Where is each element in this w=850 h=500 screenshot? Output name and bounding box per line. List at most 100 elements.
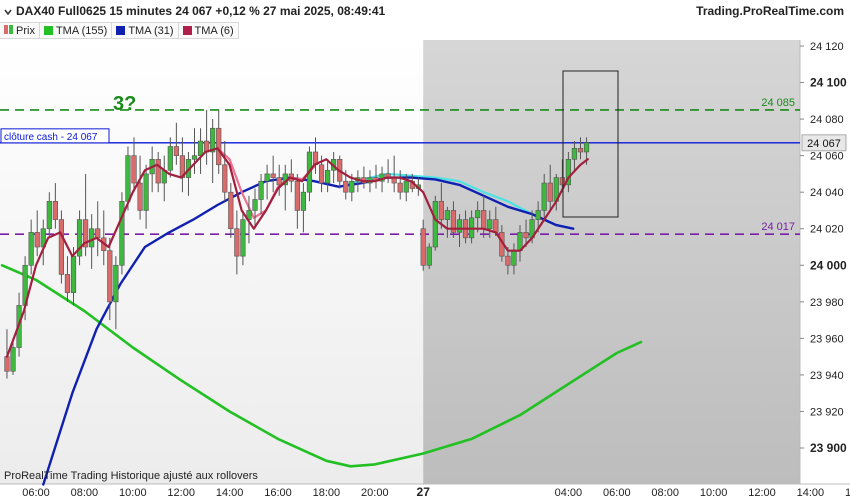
- chevron-down-icon[interactable]: [4, 7, 12, 16]
- x-tick-label: 10:00: [700, 487, 728, 499]
- y-tick-label: 24 040: [810, 187, 844, 199]
- candle-body: [125, 155, 131, 202]
- candle-body: [577, 148, 584, 153]
- x-tick-label: 08:00: [651, 487, 679, 499]
- legend-item-tma31[interactable]: TMA (31): [112, 23, 179, 38]
- candle-body: [143, 173, 149, 211]
- legend-item-tma6[interactable]: TMA (6): [179, 23, 239, 38]
- y-tick-label: 23 900: [810, 441, 847, 455]
- candle: [119, 192, 125, 275]
- candle-body: [137, 182, 143, 211]
- resistance-level-label: 24 085: [761, 97, 795, 109]
- brand-label: Trading.ProRealTime.com: [696, 4, 844, 18]
- candle-body: [240, 219, 246, 257]
- candle-body: [403, 180, 409, 193]
- wave-count-label: 3?: [113, 93, 136, 115]
- x-tick-label: 16:00: [845, 487, 850, 499]
- y-tick-label: 23 980: [810, 297, 844, 309]
- candle-body: [294, 180, 300, 211]
- candle: [432, 195, 438, 251]
- x-tick-label: 06:00: [603, 487, 631, 499]
- candle-body: [216, 127, 222, 166]
- candle-body: [535, 210, 541, 220]
- x-tick-label: 16:00: [264, 487, 292, 499]
- candle-body: [258, 180, 264, 200]
- candle-body: [325, 169, 331, 184]
- line-icon: [116, 26, 126, 35]
- candle-body: [228, 191, 234, 230]
- candle-body: [155, 158, 161, 184]
- candle-body: [58, 219, 65, 275]
- candle-body: [52, 201, 58, 220]
- candle-icon: [4, 24, 13, 37]
- legend-item-tma155[interactable]: TMA (155): [40, 23, 113, 38]
- y-tick-label: 24 120: [810, 41, 844, 53]
- candle: [426, 243, 432, 269]
- candle-body: [252, 199, 258, 211]
- candle-body: [511, 250, 517, 266]
- support-level-label: 24 017: [761, 221, 795, 233]
- candle-body: [4, 356, 10, 372]
- candle-body: [541, 182, 547, 211]
- y-tick-label: 23 920: [810, 406, 844, 418]
- candle-body: [505, 255, 511, 266]
- candle-body: [270, 173, 276, 178]
- candle-body: [481, 210, 487, 230]
- candle-body: [197, 140, 204, 156]
- line-icon: [43, 26, 53, 35]
- indicator-legend: Prix TMA (155) TMA (31) TMA (6): [0, 22, 239, 39]
- footer-note: ProRealTime Trading Historique ajusté au…: [4, 470, 258, 482]
- legend-label: Prix: [16, 24, 35, 37]
- candle-body: [475, 210, 481, 219]
- y-tick-label: 23 940: [810, 370, 844, 382]
- session-current-zone: [423, 40, 800, 484]
- x-tick-label: 14:00: [797, 487, 825, 499]
- x-tick-label: 06:00: [22, 487, 50, 499]
- candle-body: [264, 173, 270, 182]
- candle-body: [10, 347, 16, 372]
- y-tick-label: 24 100: [810, 76, 847, 90]
- candle-body: [46, 201, 52, 230]
- candle-body: [438, 201, 444, 220]
- candle-body: [107, 250, 113, 303]
- candle-body: [28, 232, 34, 266]
- chart-header: DAX40 Full0625 15 minutes 24 067 +0,12 %…: [0, 0, 850, 22]
- candle-body: [113, 264, 119, 303]
- y-tick-label: 24 020: [810, 224, 844, 236]
- candle-body: [34, 232, 40, 248]
- y-tick-label: 24 080: [810, 114, 844, 126]
- candle-body: [571, 148, 578, 160]
- legend-label: TMA (155): [55, 24, 108, 37]
- candle-body: [131, 155, 137, 184]
- candle-body: [349, 180, 355, 193]
- candle-body: [397, 182, 403, 193]
- legend-item-prix[interactable]: Prix: [0, 23, 40, 38]
- candle-body: [173, 146, 179, 156]
- candle-body: [70, 255, 77, 293]
- y-tick-label: 24 000: [810, 258, 847, 272]
- candle-body: [432, 201, 438, 248]
- x-tick-label: 27: [417, 485, 431, 499]
- candle-body: [493, 219, 499, 233]
- candle-body: [191, 155, 198, 160]
- candle: [58, 210, 65, 284]
- candle-body: [523, 232, 529, 239]
- candle-body: [234, 228, 240, 257]
- last-price-label: 24 067: [807, 138, 841, 150]
- price-chart[interactable]: 24 120 24 100 24 080 24 060 24 040 24 020 24 0…: [0, 0, 850, 500]
- candle-body: [420, 228, 426, 266]
- candle-body: [583, 142, 590, 153]
- candle-body: [547, 182, 553, 202]
- legend-label: TMA (6): [194, 24, 234, 37]
- candle-body: [95, 228, 101, 239]
- chart-title: DAX40 Full0625 15 minutes 24 067 +0,12 %…: [16, 4, 386, 18]
- x-tick-label: 10:00: [119, 487, 147, 499]
- candle-body: [426, 246, 432, 266]
- candle-body: [89, 228, 95, 248]
- x-tick-label: 12:00: [167, 487, 195, 499]
- candle-body: [487, 219, 493, 230]
- x-tick-label: 20:00: [361, 487, 389, 499]
- x-tick-label: 04:00: [555, 487, 583, 499]
- candle-body: [444, 210, 451, 220]
- candle-body: [167, 146, 173, 171]
